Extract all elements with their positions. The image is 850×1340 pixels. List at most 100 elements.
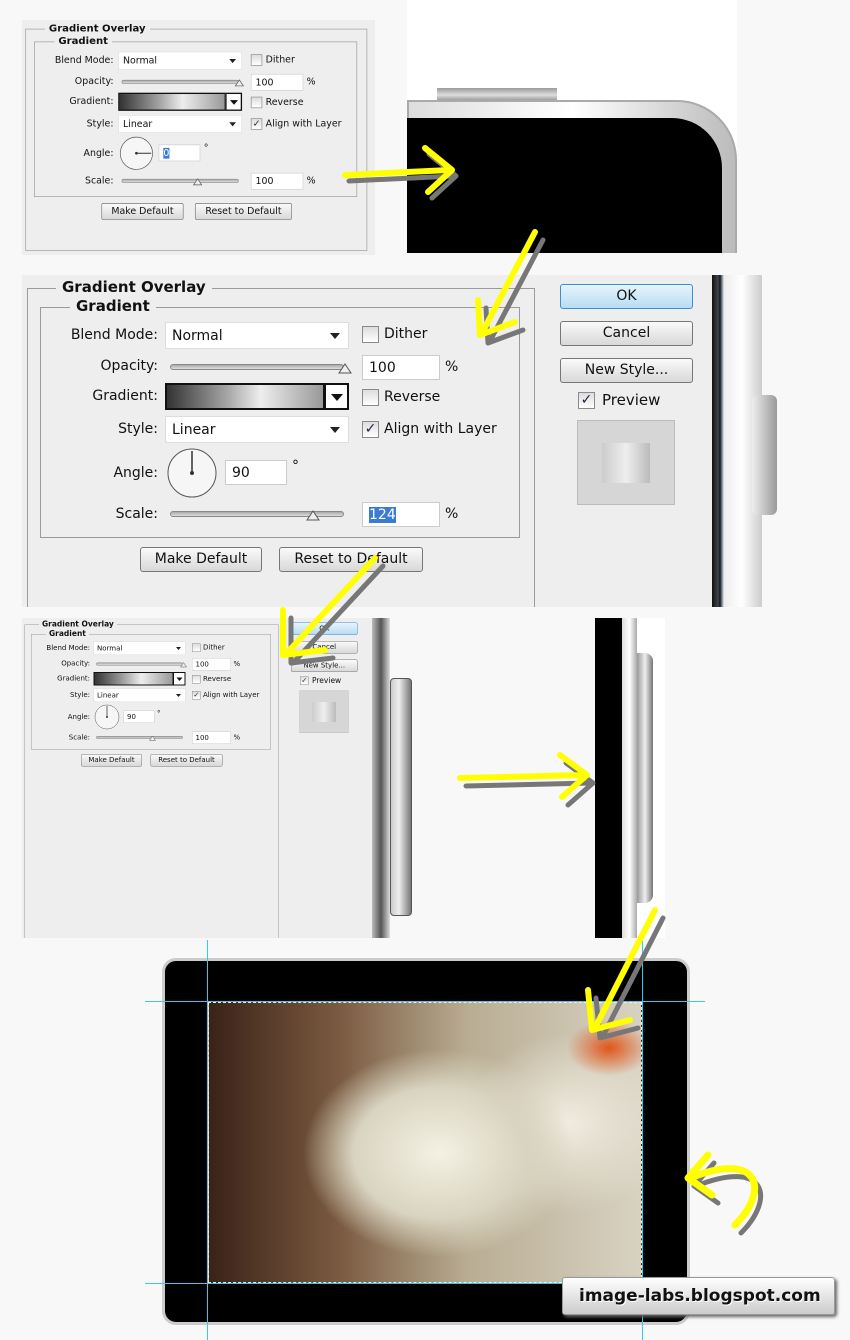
style-value: Linear [122,118,153,130]
reset-to-default-button[interactable]: Reset to Default [279,547,423,572]
opacity-slider[interactable] [121,79,245,87]
opacity-slider[interactable] [170,363,352,374]
make-default-button[interactable]: Make Default [140,547,262,572]
make-default-button[interactable]: Make Default [101,203,184,220]
watermark-text: image-labs.blogspot.com [579,1286,821,1306]
ok-button[interactable]: OK [560,284,693,309]
ok-button[interactable]: OK [291,622,358,635]
style-label: Style: [86,118,114,130]
dialog-content: Gradient Overlay Gradient Blend Mode: No… [22,275,712,607]
phone-edge-result [595,618,665,938]
gradient-picker-button[interactable] [173,672,186,686]
reverse-checkbox[interactable] [250,96,263,109]
preview-checkbox[interactable]: ✓ [300,676,309,685]
angle-label: Angle: [113,465,158,481]
group-title: Gradient Overlay [39,619,117,629]
align-checkbox[interactable]: ✓ [192,691,201,700]
phone-side-button [390,678,412,916]
slider-thumb[interactable] [338,363,352,374]
scale-slider[interactable] [121,178,239,186]
opacity-input[interactable]: 100 [250,73,304,91]
chevron-down-icon [176,694,181,697]
dither-checkbox[interactable] [362,326,379,343]
opacity-input[interactable]: 100 [362,355,440,380]
group-title: Gradient Overlay [44,22,150,35]
style-select[interactable]: Linear [118,114,243,134]
slider-thumb[interactable] [305,510,320,521]
reverse-label: Reverse [203,675,232,683]
blend-mode-label: Blend Mode: [70,327,158,343]
angle-label: Angle: [67,713,90,721]
align-checkbox[interactable]: ✓ [250,118,263,130]
scale-input[interactable]: 100 [250,172,304,190]
reverse-checkbox[interactable] [192,675,201,684]
preview-checkbox[interactable]: ✓ [578,392,595,409]
slider-thumb[interactable] [192,178,203,186]
new-style-button[interactable]: New Style... [560,358,693,383]
gradient-swatch[interactable] [93,672,174,686]
slider-thumb[interactable] [180,662,187,668]
angle-input[interactable]: 90 [225,460,287,485]
style-select[interactable]: Linear [93,688,186,702]
phone-side-strip [372,618,390,938]
opacity-label: Opacity: [100,358,158,374]
percent-label: % [233,733,241,742]
slider-thumb[interactable] [234,79,245,87]
gradient-picker-button[interactable] [225,92,243,111]
style-value: Linear [97,691,119,700]
cancel-button[interactable]: Cancel [560,321,693,346]
gradient-label: Gradient: [92,388,158,404]
degree-label: ° [157,709,161,718]
layer-style-dialog-mini: Gradient Overlay Gradient Blend Mode: No… [22,618,372,938]
angle-input[interactable]: 0 [158,144,201,162]
blend-mode-select[interactable]: Normal [165,322,349,349]
chevron-down-icon [229,122,237,127]
style-label: Style: [70,691,90,699]
cancel-button[interactable]: Cancel [291,641,358,654]
scale-slider[interactable] [96,735,183,742]
layer-style-dialog-small: Gradient Overlay Gradient Blend Mode: No… [22,20,375,255]
chevron-down-icon [330,427,340,433]
blend-mode-select[interactable]: Normal [118,51,243,70]
angle-input[interactable]: 90 [123,710,155,723]
reset-to-default-button[interactable]: Reset to Default [150,754,223,767]
style-select[interactable]: Linear [165,416,349,443]
reset-to-default-button[interactable]: Reset to Default [194,203,292,220]
subgroup-title: Gradient [70,297,156,315]
gradient-picker-button[interactable] [324,383,349,410]
guide-vertical-left [207,940,208,1340]
percent-label: % [445,506,459,522]
align-with-layer-label: Align with Layer [203,691,260,699]
arrow-right-2 [457,752,590,800]
reverse-checkbox[interactable] [362,389,379,406]
opacity-input[interactable]: 100 [192,658,231,671]
style-label: Style: [118,421,158,437]
degree-label: ° [292,458,299,474]
scale-input[interactable]: 124 [362,502,440,527]
dither-checkbox[interactable] [250,54,263,66]
dither-checkbox[interactable] [192,643,201,652]
new-style-button[interactable]: New Style... [291,659,358,672]
angle-dial[interactable] [167,448,217,498]
gradient-swatch[interactable] [118,92,226,111]
angle-dial[interactable] [94,704,120,730]
reverse-label: Reverse [265,96,304,108]
align-with-layer-label: Align with Layer [384,421,497,437]
blend-mode-select[interactable]: Normal [93,641,186,655]
scale-slider[interactable] [170,510,344,521]
chevron-down-icon [229,100,239,105]
opacity-label: Opacity: [61,659,90,668]
gradient-label: Gradient: [69,96,114,107]
slider-thumb[interactable] [148,735,156,742]
make-default-button[interactable]: Make Default [81,754,142,767]
phone-corner-preview [407,0,737,253]
percent-label: % [445,359,459,375]
chevron-down-icon [331,394,343,401]
percent-label: % [306,76,316,88]
scale-input[interactable]: 100 [192,731,231,744]
angle-dial[interactable] [119,136,154,170]
gradient-swatch[interactable] [165,383,325,410]
opacity-slider[interactable] [96,662,187,668]
arrow-curved-back [684,1151,759,1229]
align-checkbox[interactable]: ✓ [362,421,379,438]
